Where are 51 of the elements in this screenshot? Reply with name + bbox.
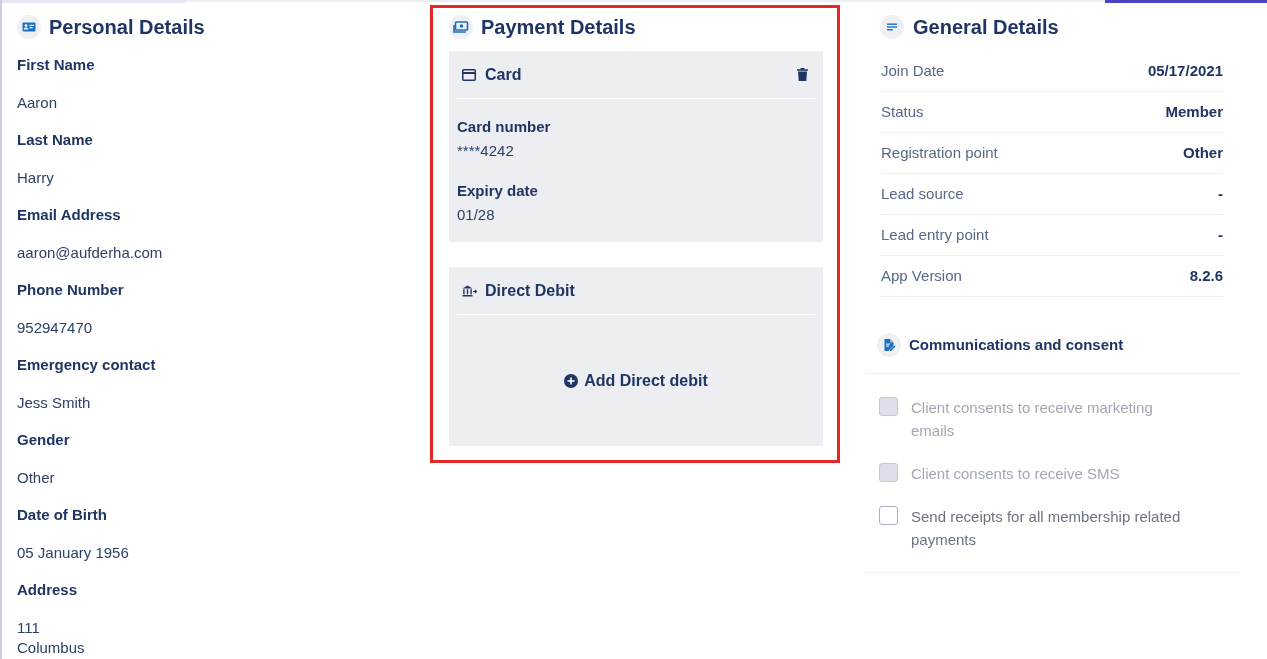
field-label: Email Address [17, 205, 121, 225]
detail-value: - [1218, 225, 1223, 245]
id-card-icon [17, 15, 41, 39]
consent-label: Client consents to receive marketing emails [911, 398, 1154, 441]
lines-icon [880, 15, 904, 39]
consent-label: Send receipts for all membership related payments [911, 507, 1182, 550]
credit-card-icon [462, 68, 476, 81]
detail-value: - [1218, 184, 1223, 204]
field-label: Phone Number [17, 280, 124, 300]
field-label: Gender [17, 430, 70, 450]
detail-label: App Version [881, 266, 962, 286]
field-value: 111 Columbus [17, 618, 85, 658]
field-value: ****4242 [457, 141, 514, 161]
field-value: aaron@aufderha.com [17, 243, 163, 263]
document-edit-icon [877, 333, 901, 357]
bank-icon [462, 284, 477, 297]
detail-label: Lead entry point [881, 225, 989, 245]
detail-value: Member [1165, 102, 1223, 122]
section-title: Payment Details [481, 15, 636, 39]
section-title: General Details [913, 15, 1059, 39]
field-value: 952947470 [17, 318, 93, 338]
field-label: Last Name [17, 130, 93, 150]
checkbox[interactable] [879, 506, 898, 525]
detail-label: Lead source [881, 184, 964, 204]
field-value: 01/28 [457, 205, 495, 225]
trash-icon[interactable] [797, 68, 808, 81]
panel-title: Card [485, 64, 522, 85]
field-label: Card number [457, 117, 551, 137]
field-value: Aaron [17, 93, 58, 113]
section-title: Personal Details [49, 15, 205, 39]
add-direct-debit-button[interactable]: Add Direct debit [564, 370, 708, 391]
detail-label: Status [881, 102, 924, 122]
detail-label: Registration point [881, 143, 998, 163]
detail-label: Join Date [881, 61, 945, 81]
subsection-title: Communications and consent [909, 335, 1124, 355]
field-label: First Name [17, 55, 95, 75]
banknote-icon [449, 15, 473, 39]
panel-title: Direct Debit [485, 280, 575, 301]
consent-label: Client consents to receive SMS [911, 464, 1121, 484]
detail-value: Other [1183, 143, 1223, 163]
field-value: 05 January 1956 [17, 543, 129, 563]
field-value: Harry [17, 168, 54, 188]
plus-circle-icon [564, 373, 579, 388]
field-value: Other [17, 468, 55, 488]
detail-value: 05/17/2021 [1147, 61, 1223, 81]
field-label: Date of Birth [17, 505, 107, 525]
field-label: Emergency contact [17, 355, 156, 375]
detail-value: 8.2.6 [1189, 266, 1223, 286]
field-value: Jess Smith [17, 393, 91, 413]
field-label: Expiry date [457, 181, 538, 201]
field-label: Address [17, 580, 78, 600]
